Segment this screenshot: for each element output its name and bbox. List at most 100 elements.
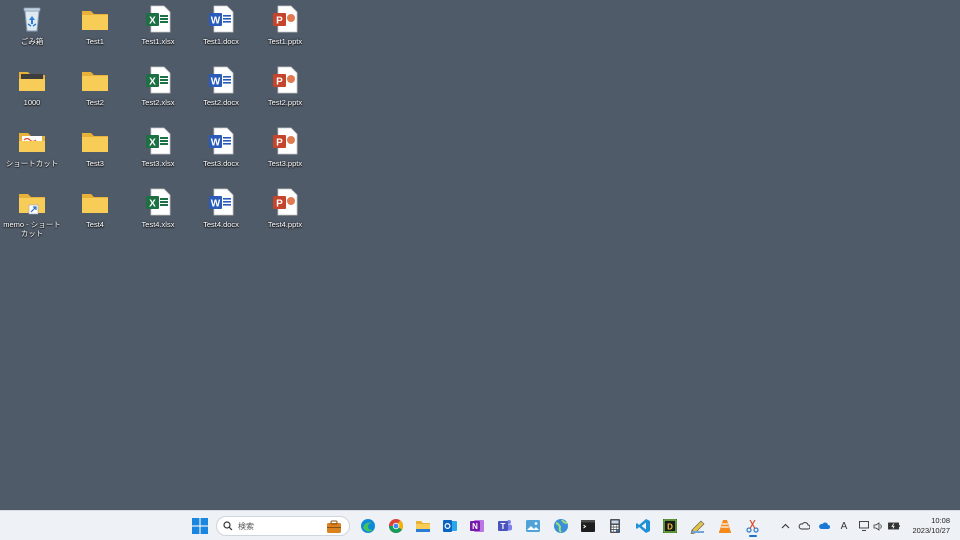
volume-icon [873, 521, 882, 531]
icon-label: Test2.pptx [267, 98, 303, 107]
tray-volume[interactable] [871, 519, 885, 533]
word-file-icon: W [206, 4, 236, 34]
taskbar-outlook-button[interactable] [438, 514, 462, 538]
svg-text:X: X [149, 16, 156, 27]
taskbar-vscode-button[interactable] [631, 514, 655, 538]
desktop-icon-memo-shortcut[interactable]: memo - ショートカット [1, 187, 63, 238]
show-hidden-icons-button[interactable] [778, 519, 792, 533]
clock-date: 2023/10/27 [912, 526, 950, 535]
cloud-outline-icon [798, 522, 810, 530]
icon-label: memo - ショートカット [3, 220, 61, 238]
icon-label: Test3.xlsx [141, 159, 175, 168]
start-button[interactable] [188, 514, 212, 538]
icon-label: Test1.pptx [267, 37, 303, 46]
photos-icon [526, 520, 540, 532]
calculator-icon [610, 519, 620, 533]
desktop-icon-shortcut-folder[interactable]: ショートカット [1, 126, 63, 168]
svg-text:W: W [211, 77, 221, 88]
powerpoint-file-icon: P [270, 126, 300, 156]
taskbar-terminal-button[interactable] [576, 514, 600, 538]
powerpoint-file-icon: P [270, 4, 300, 34]
network-icon [858, 521, 869, 531]
taskbar-edge-button[interactable] [356, 514, 380, 538]
taskbar-snipping-tool-button[interactable] [741, 514, 765, 538]
tray-battery[interactable] [887, 519, 901, 533]
desktop-icon-test3-folder[interactable]: Test3 [64, 126, 126, 168]
folder-shortcut-icon [17, 187, 47, 217]
desktop-icon-test4-docx[interactable]: W Test4.docx [190, 187, 252, 229]
desktop-icon-test1-folder[interactable]: Test1 [64, 4, 126, 46]
svg-text:P: P [276, 138, 283, 149]
word-file-icon: W [206, 126, 236, 156]
outlook-icon [443, 520, 457, 532]
icon-label: Test2 [86, 98, 104, 107]
start-icon [192, 518, 208, 534]
svg-text:W: W [211, 199, 221, 210]
active-app-indicator [749, 535, 757, 537]
icon-label: Test3.docx [203, 159, 239, 168]
desktop-icon-test4-xlsx[interactable]: X Test4.xlsx [127, 187, 189, 229]
svg-text:W: W [211, 138, 221, 149]
desktop-icon-test1-pptx[interactable]: P Test1.pptx [254, 4, 316, 46]
vlc-icon [719, 520, 731, 533]
desktop-icon-test1-docx[interactable]: W Test1.docx [190, 4, 252, 46]
taskbar-teams-button[interactable]: T [493, 514, 517, 538]
icon-label: Test3.pptx [267, 159, 303, 168]
taskbar-file-explorer-button[interactable] [411, 514, 435, 538]
taskbar-globe-app-button[interactable] [549, 514, 573, 538]
excel-file-icon: X [143, 187, 173, 217]
teams-icon: T [498, 520, 512, 531]
desktop-icon-test2-xlsx[interactable]: X Test2.xlsx [127, 65, 189, 107]
svg-text:P: P [276, 199, 283, 210]
svg-text:T: T [501, 522, 506, 531]
icon-label: Test1.docx [203, 37, 239, 46]
globe-icon [554, 519, 568, 533]
desktop-icon-1000-folder[interactable]: 1000 [1, 65, 63, 107]
word-file-icon: W [206, 187, 236, 217]
desktop-icon-test2-pptx[interactable]: P Test2.pptx [254, 65, 316, 107]
desktop: ごみ箱 Test1 X Test1.xlsx W Test1.docx P Te… [0, 0, 960, 510]
pen-icon [690, 520, 705, 534]
ime-indicator[interactable]: A [837, 519, 851, 533]
icon-label: Test2.docx [203, 98, 239, 107]
taskbar-vlc-button[interactable] [713, 514, 737, 538]
taskbar-search-box[interactable]: 検索 [216, 516, 350, 536]
cloud-icon [819, 522, 830, 529]
taskbar-chrome-button[interactable] [384, 514, 408, 538]
powerpoint-file-icon: P [270, 65, 300, 95]
desktop-icon-test4-folder[interactable]: Test4 [64, 187, 126, 229]
app-icon: D [663, 519, 677, 533]
svg-text:W: W [211, 16, 221, 27]
svg-text:N: N [472, 522, 478, 531]
desktop-icon-test3-xlsx[interactable]: X Test3.xlsx [127, 126, 189, 168]
taskbar-clock[interactable]: 10:08 2023/10/27 [902, 516, 950, 536]
desktop-icon-test3-docx[interactable]: W Test3.docx [190, 126, 252, 168]
icon-label: Test4.xlsx [141, 220, 175, 229]
tray-onedrive-business[interactable] [817, 519, 831, 533]
taskbar-pen-app-button[interactable] [686, 514, 710, 538]
taskbar-app-button[interactable]: D [658, 514, 682, 538]
icon-label: Test1 [86, 37, 104, 46]
tray-network[interactable] [857, 519, 871, 533]
desktop-icon-recycle-bin[interactable]: ごみ箱 [1, 4, 63, 46]
work-bag-icon [327, 520, 341, 533]
folder-icon [17, 126, 47, 156]
excel-file-icon: X [143, 4, 173, 34]
recycle-bin-icon [17, 4, 47, 34]
file-explorer-icon [416, 521, 430, 532]
desktop-icon-test2-docx[interactable]: W Test2.docx [190, 65, 252, 107]
svg-text:D: D [667, 523, 673, 532]
taskbar-photos-button[interactable] [521, 514, 545, 538]
icon-label: Test3 [86, 159, 104, 168]
desktop-icon-test2-folder[interactable]: Test2 [64, 65, 126, 107]
icon-label: Test4.pptx [267, 220, 303, 229]
desktop-icon-test3-pptx[interactable]: P Test3.pptx [254, 126, 316, 168]
taskbar-onenote-button[interactable]: N [465, 514, 489, 538]
svg-text:X: X [149, 138, 156, 149]
desktop-icon-test1-xlsx[interactable]: X Test1.xlsx [127, 4, 189, 46]
tray-onedrive-personal[interactable] [797, 519, 811, 533]
desktop-icon-test4-pptx[interactable]: P Test4.pptx [254, 187, 316, 229]
search-placeholder: 検索 [238, 521, 254, 531]
icon-label: Test1.xlsx [141, 37, 175, 46]
taskbar-calculator-button[interactable] [603, 514, 627, 538]
